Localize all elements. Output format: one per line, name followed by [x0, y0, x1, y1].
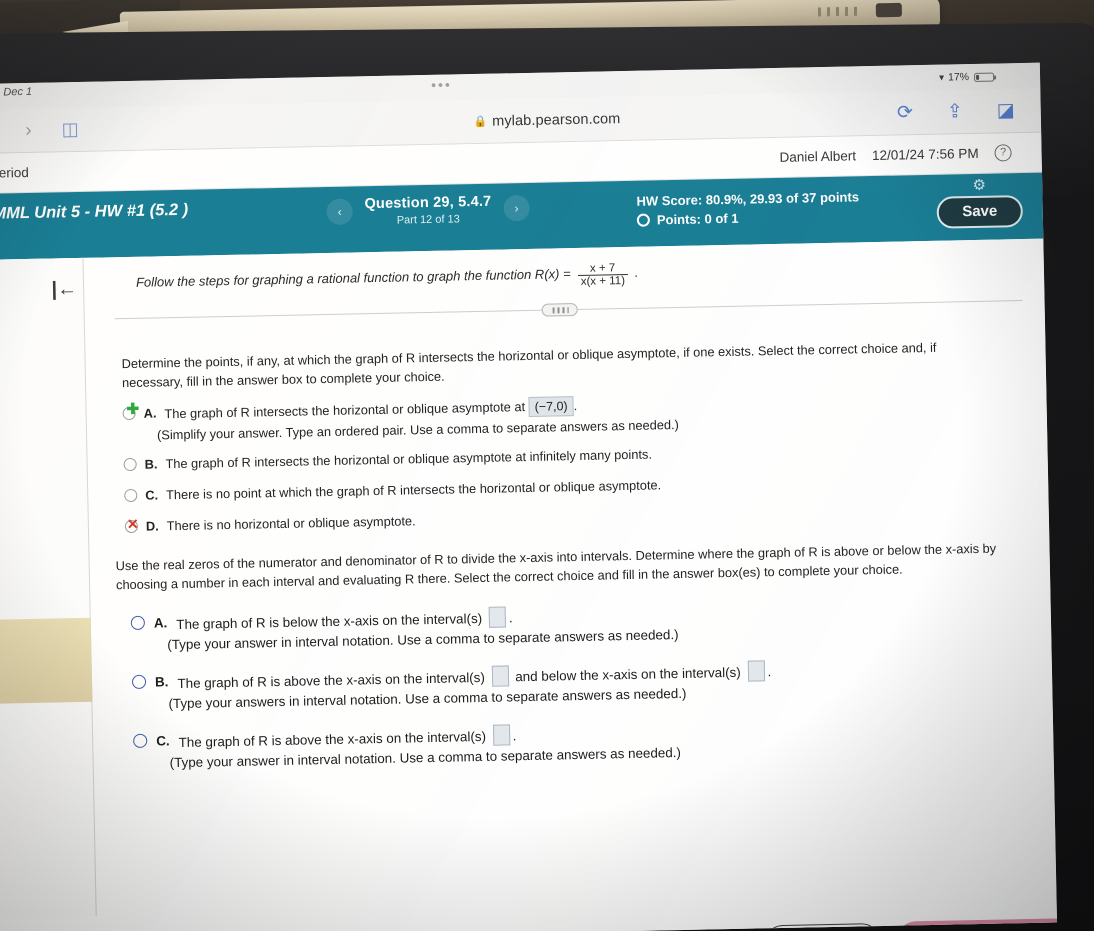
part-b-choice-c-letter: C.	[156, 733, 170, 749]
choice-d[interactable]: D. There is no horizontal or oblique asy…	[124, 500, 1027, 536]
tabs-icon[interactable]: ◫	[61, 119, 78, 140]
collapse-left-icon[interactable]: |←	[51, 278, 77, 302]
radio-c[interactable]	[124, 488, 138, 503]
photo-of-tablet: n Dec 1 ••• ▾ 17% ‹ › ◫ 🔒 mylab.pearson.…	[0, 0, 1094, 931]
wifi-icon: ▾	[938, 72, 945, 84]
timestamp: 12/01/24 7:56 PM	[871, 145, 979, 164]
radio-d-incorrect-icon[interactable]	[124, 519, 139, 534]
share-icon[interactable]: ⇪	[947, 100, 963, 123]
choice-b-letter: B.	[144, 456, 158, 472]
tablet-screen: n Dec 1 ••• ▾ 17% ‹ › ◫ 🔒 mylab.pearson.…	[0, 62, 1058, 931]
question-list-pane: ist |←	[0, 257, 97, 918]
question-pane: Follow the steps for graphing a rational…	[84, 239, 1057, 916]
radio-part-b-b[interactable]	[131, 674, 147, 689]
status-dots: •••	[430, 76, 452, 93]
user-name: Daniel Albert	[779, 148, 857, 165]
part-b-choice-a-letter: A.	[153, 615, 168, 631]
part-b-choice-a-text: The graph of R is below the x-axis on th…	[176, 606, 513, 634]
lock-icon: 🔒	[473, 115, 488, 129]
choice-d-letter: D.	[145, 518, 159, 534]
previous-question-button[interactable]: ‹	[326, 198, 353, 225]
browser-nav-group: ‹ › ◫	[0, 116, 197, 142]
part-a-choices: A. The graph of R intersects the horizon…	[122, 387, 1026, 536]
choice-c-text: There is no point at which the graph of …	[165, 477, 662, 503]
radio-part-b-a[interactable]	[130, 615, 145, 630]
part-b-choice-b-letter: B.	[154, 674, 169, 690]
fraction-numerator: x + 7	[589, 262, 616, 275]
content-area: ist |← Follow the steps for graphing a r…	[0, 238, 1057, 918]
rational-function-fraction: x + 7 x(x + 11)	[577, 262, 629, 288]
status-left-text: n Dec 1	[0, 85, 33, 99]
battery-icon	[973, 72, 995, 82]
question-navigation: ‹ Question 29, 5.4.7 Part 12 of 13 ›	[326, 192, 530, 228]
answer-box-b-b1[interactable]	[491, 665, 509, 687]
choice-c[interactable]: C. There is no point at which the graph …	[124, 469, 1026, 505]
forward-chevron-icon[interactable]: ›	[25, 119, 32, 141]
answer-box-b-b2[interactable]	[747, 660, 765, 682]
choice-b-text: The graph of R intersects the horizontal…	[165, 446, 653, 472]
course-period-label: Period	[0, 164, 29, 181]
stylus-vent-dots	[817, 6, 858, 17]
question-prompt-text: Follow the steps for graphing a rational…	[135, 266, 571, 290]
url-text: mylab.pearson.com	[492, 110, 621, 130]
screen-glare-reflection	[0, 617, 93, 704]
part-b-choice-c-text: The graph of R is above the x-axis on th…	[178, 724, 517, 752]
next-question-button[interactable]: ›	[503, 194, 530, 222]
stylus-button	[875, 2, 902, 18]
browser-actions-group: ⟳ ⇪ ◪	[897, 99, 1041, 125]
question-prompt-suffix: .	[634, 264, 639, 280]
answer-box-b-c1[interactable]	[492, 724, 510, 746]
compass-icon[interactable]: ◪	[997, 99, 1015, 122]
choice-b[interactable]: B. The graph of R intersects the horizon…	[123, 438, 1025, 474]
choice-d-text: There is no horizontal or oblique asympt…	[166, 513, 416, 534]
homework-title: ork: MML Unit 5 - HW #1 (5.2 )	[0, 200, 189, 224]
question-mark-icon[interactable]: ?	[994, 144, 1012, 162]
drag-handle-icon[interactable]	[541, 302, 578, 317]
gear-icon[interactable]: ⚙	[936, 177, 1022, 195]
part-b-instruction: Use the real zeros of the numerator and …	[115, 540, 997, 593]
radio-part-b-c[interactable]	[133, 733, 148, 748]
choice-a-letter: A.	[143, 405, 157, 421]
save-button[interactable]: Save	[936, 195, 1024, 229]
points-indicator-icon	[636, 213, 650, 227]
points-text: Points: 0 of 1	[656, 210, 739, 228]
answer-box-a[interactable]: (−7,0)	[528, 396, 574, 417]
points-row: Points: 0 of 1	[636, 206, 860, 229]
address-bar[interactable]: 🔒 mylab.pearson.com	[197, 105, 897, 135]
radio-a-correct-icon[interactable]	[122, 406, 136, 421]
question-label: Question 29, 5.4.7	[364, 193, 492, 213]
radio-b[interactable]	[123, 457, 137, 472]
reload-icon[interactable]: ⟳	[897, 101, 913, 124]
choice-c-letter: C.	[145, 487, 159, 503]
answer-box-b-a1[interactable]	[488, 606, 507, 628]
battery-percent: 17%	[947, 71, 970, 84]
score-summary: HW Score: 80.9%, 29.93 of 37 points Poin…	[636, 187, 859, 229]
save-group: ⚙ Save	[936, 177, 1024, 229]
part-a-instruction: Determine the points, if any, at which t…	[121, 339, 937, 391]
fraction-denominator: x(x + 11)	[577, 273, 629, 288]
question-identity: Question 29, 5.4.7 Part 12 of 13	[364, 193, 492, 228]
part-b-choices: A. The graph of R is below the x-axis on…	[130, 596, 1032, 771]
question-part-label: Part 12 of 13	[396, 213, 460, 227]
